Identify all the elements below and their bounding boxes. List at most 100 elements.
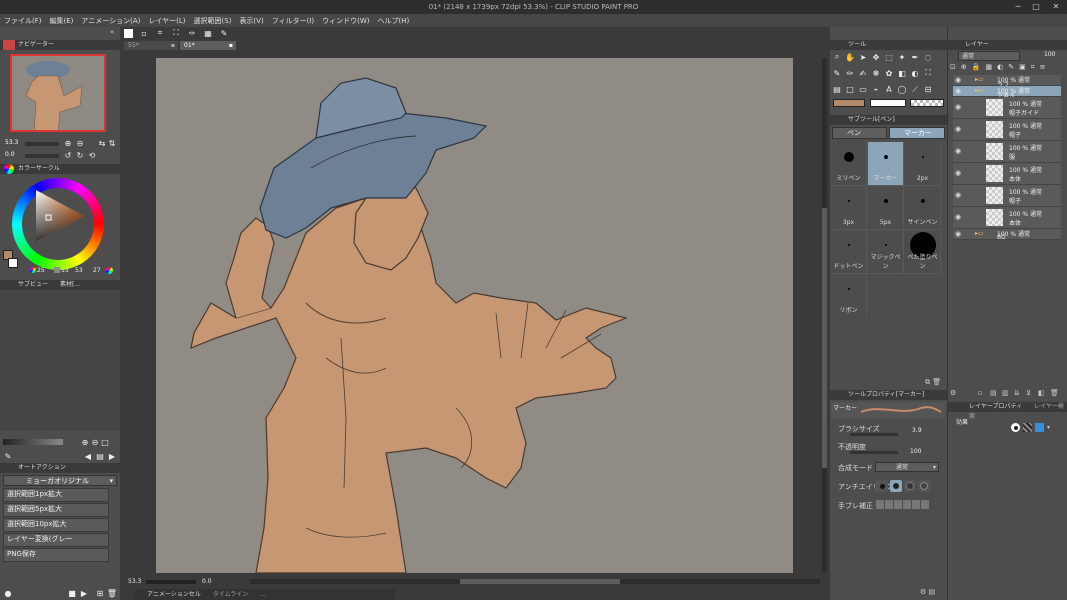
brush-cell[interactable]: 5px	[868, 186, 904, 230]
text-tool-icon[interactable]: A	[884, 85, 894, 95]
vertical-scrollbar[interactable]	[822, 58, 827, 573]
fill-tool-icon[interactable]: ⛶	[923, 68, 933, 78]
collapse-left-icon[interactable]: «	[110, 28, 120, 37]
brush-cell[interactable]: サインペン	[905, 186, 941, 230]
menu-layer[interactable]: レイヤー(L)	[148, 16, 185, 26]
subview-zoomin-icon[interactable]: ⊕	[80, 437, 90, 447]
menu-file[interactable]: ファイル(F)	[4, 16, 42, 26]
horizontal-scrollbar[interactable]	[250, 579, 820, 584]
grid-icon[interactable]: ▦	[203, 28, 213, 38]
tab-animation-cel[interactable]: アニメーションセル	[147, 591, 201, 598]
layer-palette-icon[interactable]: ▣	[1019, 63, 1026, 74]
layer-row[interactable]: ◉ 100 % 通常 本体	[953, 163, 1061, 185]
layer-row[interactable]: ◉ 100 % 通常 帽子ガイド	[953, 97, 1061, 119]
layer-opacity-value[interactable]: 100	[1044, 51, 1062, 61]
lasso-tool-icon[interactable]: ◌	[923, 52, 933, 62]
gradient-tool-icon[interactable]: ▤	[832, 85, 842, 95]
wand-tool-icon[interactable]: ✦	[897, 52, 907, 62]
opacity-value[interactable]: 100	[910, 448, 924, 456]
chevron-down-icon[interactable]: ▾	[1047, 424, 1050, 431]
layer-draft-icon[interactable]: ✎	[1008, 63, 1014, 74]
horizontal-scroll-thumb[interactable]	[460, 579, 620, 584]
delete-layer-icon[interactable]: 🗑	[1050, 389, 1059, 397]
layer-reference-icon[interactable]: ⊕	[961, 63, 967, 74]
tab-timeline[interactable]: タイムライン	[213, 591, 249, 598]
blend-mode-select[interactable]: 通常 ▾	[875, 462, 939, 472]
tool-sub-color[interactable]	[870, 99, 906, 107]
rect-select-icon[interactable]: ▫	[139, 28, 149, 38]
action-item[interactable]: レイヤー変換(グレー	[3, 533, 109, 547]
canvas[interactable]	[156, 58, 793, 573]
delete-action-icon[interactable]: 🗑	[107, 588, 117, 598]
subview-next-icon[interactable]: ▶	[107, 451, 117, 461]
layer-folder-row[interactable]: ◉▸▭100 % 通常下書き	[953, 86, 1061, 100]
line-fix-tool-icon[interactable]: ⟋	[910, 85, 920, 95]
new-vector-layer-icon[interactable]: ▤	[990, 389, 997, 397]
subview-zoomout-icon[interactable]: ⊖	[90, 437, 100, 447]
zoom-in-icon[interactable]: ⊕	[63, 138, 73, 148]
subtool-tab-pen[interactable]: ペン	[832, 127, 887, 139]
layer-mask-add-icon[interactable]: ◧	[1038, 389, 1045, 397]
visibility-eye-icon[interactable]: ◉	[955, 76, 963, 84]
wrench-icon[interactable]: ⚙	[920, 588, 926, 596]
balloon-tool-icon[interactable]: ◯	[897, 85, 907, 95]
menu-view[interactable]: 表示(V)	[239, 16, 263, 26]
action-item[interactable]: PNG保存	[3, 548, 109, 562]
aa-none-button[interactable]	[876, 480, 888, 492]
navigator-tab-icon[interactable]	[3, 40, 15, 50]
stabilization-steps[interactable]	[876, 500, 940, 510]
navigator-rotate-slider[interactable]	[25, 154, 59, 158]
record-icon[interactable]: ●	[3, 588, 13, 598]
visibility-eye-icon[interactable]: ◉	[955, 125, 963, 133]
tab-close-icon[interactable]: ▪	[229, 41, 233, 50]
subtool-tab-marker[interactable]: マーカー	[889, 127, 945, 139]
new-action-icon[interactable]: ⊞	[95, 588, 105, 598]
crop-icon[interactable]: ⛶	[171, 28, 181, 38]
subtool-copy-icon[interactable]: ⧉	[925, 378, 930, 386]
layer-settings-icon[interactable]: ⚙	[950, 389, 956, 397]
selection-tool-icon[interactable]: ⬚	[884, 52, 894, 62]
layer-alpha-lock-icon[interactable]: ▦	[985, 63, 992, 74]
action-item[interactable]: 選択範囲10px拡大	[3, 518, 109, 532]
menu-selection[interactable]: 選択範囲(S)	[194, 16, 232, 26]
brush-icon[interactable]: ✑	[187, 28, 197, 38]
subview-slider[interactable]	[3, 439, 63, 445]
pencil-tool-icon[interactable]: ✏	[845, 68, 855, 78]
eyedropper-tool-icon[interactable]: ✒	[910, 52, 920, 62]
rotate-right-icon[interactable]: ↻	[75, 150, 85, 160]
minimize-button[interactable]: ─	[1011, 1, 1025, 12]
navigator-preview[interactable]	[10, 54, 106, 132]
maximize-button[interactable]: □	[1029, 1, 1043, 12]
play-icon[interactable]: ▶	[79, 588, 89, 598]
tab-third[interactable]: ...	[260, 591, 266, 598]
action-set-select[interactable]: ミョーガオリジナル ▾	[3, 475, 117, 486]
layer-folder-row[interactable]: ◉ ▸▭ 100 % 通常 BG	[953, 229, 1061, 241]
pen-tool-icon[interactable]: ✎	[832, 68, 842, 78]
new-canvas-icon[interactable]	[124, 29, 133, 38]
tab-01[interactable]: 01* ▪	[180, 41, 236, 50]
menu-edit[interactable]: 編集(E)	[50, 16, 74, 26]
subtool-delete-icon[interactable]: 🗑	[932, 378, 941, 386]
navigator-zoom-slider[interactable]	[25, 142, 59, 146]
layer-list-icon[interactable]: ≡	[1040, 63, 1046, 74]
subview-fit-icon[interactable]: □	[100, 437, 110, 447]
folder-icon[interactable]: ▸▭	[975, 76, 984, 83]
menu-window[interactable]: ウィンドウ(W)	[322, 16, 369, 26]
subview-folder-icon[interactable]: ▤	[95, 451, 105, 461]
opacity-slider[interactable]	[850, 451, 898, 454]
move-tool-icon[interactable]: ✥	[871, 52, 881, 62]
airbrush-tool-icon[interactable]: ❋	[871, 68, 881, 78]
aa-weak-button[interactable]	[890, 480, 902, 492]
aa-medium-button[interactable]	[904, 480, 916, 492]
brush-cell[interactable]: マーカー	[868, 142, 904, 186]
tone-effect-icon[interactable]	[1023, 423, 1032, 432]
layer-row[interactable]: ◉ 100 % 通常服	[953, 141, 1061, 163]
layer-lock-icon[interactable]: 🔒	[972, 63, 981, 74]
layer-color-icon[interactable]	[1035, 423, 1044, 432]
folder-icon[interactable]: ▸▭	[975, 87, 984, 94]
border-effect-icon[interactable]	[1011, 423, 1020, 432]
brush-size-value[interactable]: 3.9	[912, 427, 926, 435]
sub-color-swatch[interactable]	[8, 258, 18, 268]
menu-filter[interactable]: フィルター(I)	[272, 16, 314, 26]
close-button[interactable]: ✕	[1049, 1, 1063, 12]
